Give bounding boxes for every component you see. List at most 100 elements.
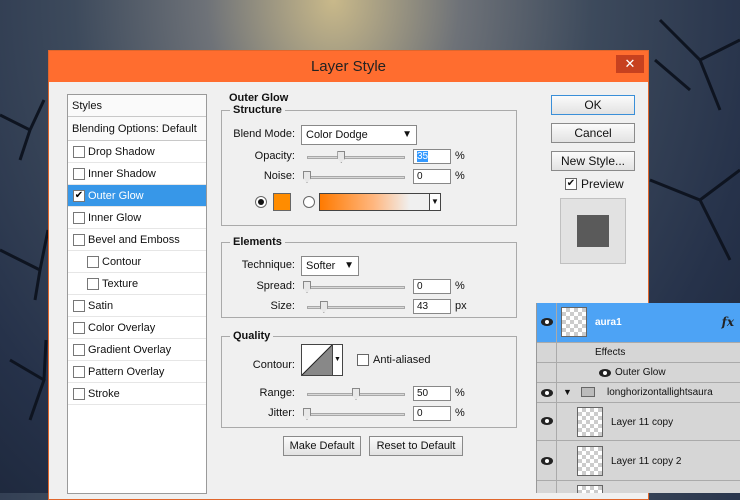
noise-label: Noise: <box>263 170 295 182</box>
style-checkbox[interactable] <box>73 146 85 158</box>
style-item[interactable]: Texture <box>68 273 206 295</box>
anti-aliased-checkbox[interactable] <box>357 354 369 366</box>
visibility-cell <box>537 343 557 362</box>
chevron-down-icon[interactable]: ▼ <box>563 387 572 397</box>
layers-panel: aura1 fx Effects Outer Glow ▼ longhorizo… <box>536 303 740 493</box>
elements-legend: Elements <box>233 236 282 248</box>
layer-row[interactable]: Layer 11 copy <box>537 403 740 441</box>
eye-icon[interactable] <box>541 457 553 465</box>
style-checkbox[interactable] <box>87 278 99 290</box>
eye-icon[interactable] <box>599 369 611 377</box>
blend-mode-value: Color Dodge <box>306 129 368 141</box>
effects-row[interactable]: Effects <box>537 343 740 363</box>
style-item[interactable]: Pattern Overlay <box>68 361 206 383</box>
jitter-slider[interactable] <box>303 408 405 420</box>
noise-input[interactable]: 0 <box>413 169 451 184</box>
size-input[interactable]: 43 <box>413 299 451 314</box>
glow-color-swatch[interactable] <box>273 193 291 211</box>
spread-unit: % <box>455 280 465 292</box>
opacity-input[interactable]: 35 <box>413 149 451 164</box>
style-checkbox[interactable] <box>73 300 85 312</box>
blend-mode-select[interactable]: Color Dodge ▼ <box>301 125 417 145</box>
opacity-slider[interactable] <box>307 151 405 163</box>
preview-checkbox[interactable]: ✔ <box>565 178 577 190</box>
size-slider-thumb[interactable] <box>319 301 328 313</box>
visibility-cell <box>537 481 557 493</box>
opacity-slider-thumb[interactable] <box>337 151 346 163</box>
fx-icon[interactable]: fx <box>722 315 734 329</box>
visibility-cell <box>537 383 557 402</box>
layer-name: Layer 11 copy 2 <box>611 456 682 467</box>
make-default-button[interactable]: Make Default <box>283 436 361 456</box>
jitter-unit: % <box>455 407 465 419</box>
eye-icon[interactable] <box>541 389 553 397</box>
style-checkbox[interactable] <box>73 212 85 224</box>
layer-name: Layer 11 copy <box>611 417 674 428</box>
preview-label: Preview <box>581 177 624 191</box>
quality-legend: Quality <box>233 330 271 342</box>
noise-slider[interactable] <box>303 171 405 183</box>
style-item[interactable]: Bevel and Emboss <box>68 229 206 251</box>
gradient-radio[interactable] <box>303 196 315 208</box>
style-item-label: Contour <box>102 256 142 268</box>
style-item[interactable]: Drop Shadow <box>68 141 206 163</box>
chevron-down-icon[interactable]: ▼ <box>332 345 342 375</box>
close-button[interactable]: ✕ <box>616 55 644 73</box>
style-checkbox[interactable] <box>73 168 85 180</box>
effect-outer-glow-row[interactable]: Outer Glow <box>537 363 740 383</box>
style-item[interactable]: Satin <box>68 295 206 317</box>
opacity-label: Opacity: <box>254 150 295 162</box>
style-items: Drop Shadow Inner Shadow ✔ Outer Glow Inner … <box>68 141 206 405</box>
glow-gradient-picker[interactable]: ▼ <box>319 193 441 211</box>
style-item[interactable]: ✔ Outer Glow <box>68 185 206 207</box>
style-checkbox[interactable]: ✔ <box>73 190 85 202</box>
layer-row-aura1[interactable]: aura1 fx <box>537 303 740 343</box>
styles-header[interactable]: Styles <box>68 95 206 117</box>
style-item[interactable]: Color Overlay <box>68 317 206 339</box>
style-checkbox[interactable] <box>87 256 99 268</box>
contour-curve-icon <box>302 345 332 375</box>
preview-thumbnail <box>560 198 626 264</box>
layer-row[interactable]: Layer 11 copy 2 <box>537 441 740 481</box>
chevron-down-icon: ▼ <box>402 129 412 140</box>
style-checkbox[interactable] <box>73 366 85 378</box>
style-checkbox[interactable] <box>73 322 85 334</box>
anti-aliased-label: Anti-aliased <box>373 354 431 366</box>
ok-button[interactable]: OK <box>551 95 635 115</box>
technique-label: Technique: <box>241 259 295 271</box>
style-item[interactable]: Stroke <box>68 383 206 405</box>
layer-group-row[interactable]: ▼ longhorizontallightsaura <box>537 383 740 403</box>
style-item[interactable]: Inner Glow <box>68 207 206 229</box>
style-item[interactable]: Inner Shadow <box>68 163 206 185</box>
structure-legend: Structure <box>233 104 282 116</box>
style-checkbox[interactable] <box>73 234 85 246</box>
spread-input[interactable]: 0 <box>413 279 451 294</box>
layer-row-partial[interactable] <box>537 481 740 493</box>
chevron-down-icon[interactable]: ▼ <box>429 193 441 211</box>
size-label: Size: <box>270 300 295 312</box>
style-item[interactable]: Contour <box>68 251 206 273</box>
eye-icon[interactable] <box>541 318 553 326</box>
blending-options-item[interactable]: Blending Options: Default <box>68 117 206 141</box>
range-input[interactable]: 50 <box>413 386 451 401</box>
blend-mode-label: Blend Mode: <box>233 128 295 140</box>
dialog-titlebar: Layer Style ✕ <box>49 51 648 82</box>
style-checkbox[interactable] <box>73 344 85 356</box>
spread-slider[interactable] <box>303 281 405 293</box>
technique-select[interactable]: Softer ▼ <box>301 256 359 276</box>
range-unit: % <box>455 387 465 399</box>
eye-icon[interactable] <box>541 417 553 425</box>
contour-picker[interactable]: ▼ <box>301 344 343 376</box>
cancel-button[interactable]: Cancel <box>551 123 635 143</box>
jitter-input[interactable]: 0 <box>413 406 451 421</box>
new-style-button[interactable]: New Style... <box>551 151 635 171</box>
style-item[interactable]: Gradient Overlay <box>68 339 206 361</box>
size-slider[interactable] <box>307 301 405 313</box>
reset-to-default-button[interactable]: Reset to Default <box>369 436 463 456</box>
range-slider[interactable] <box>307 388 405 400</box>
opacity-unit: % <box>455 150 465 162</box>
range-slider-thumb[interactable] <box>352 388 360 400</box>
solid-color-radio[interactable] <box>255 196 267 208</box>
visibility-cell <box>537 441 557 480</box>
style-checkbox[interactable] <box>73 388 85 400</box>
